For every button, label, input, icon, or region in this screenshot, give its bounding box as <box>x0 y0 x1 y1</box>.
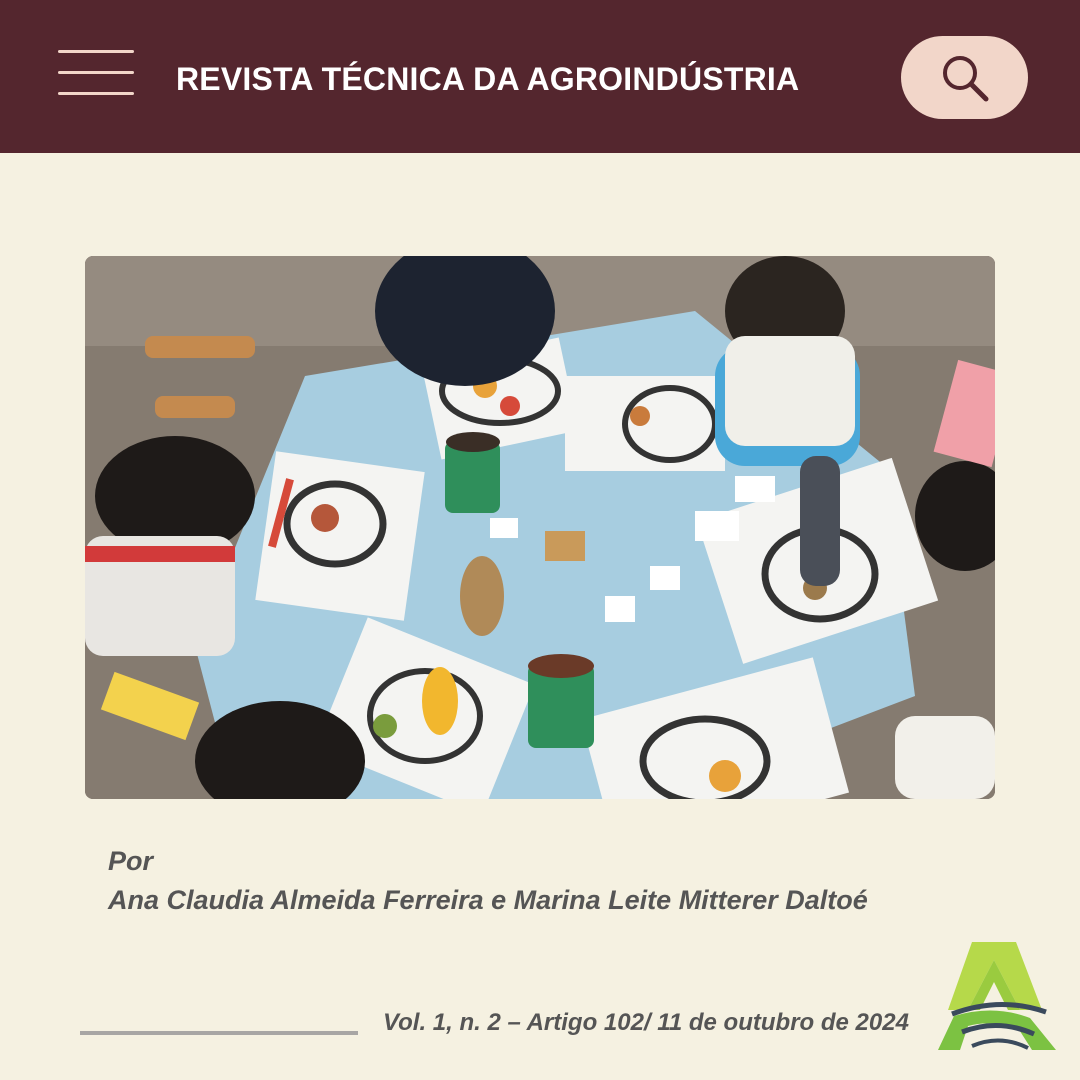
menu-button[interactable] <box>58 50 136 98</box>
article-photo <box>85 256 995 799</box>
plate-sheet-2 <box>565 376 725 471</box>
byline-label: Por <box>108 846 154 876</box>
site-title[interactable]: REVISTA TÉCNICA DA AGROINDÚSTRIA <box>176 56 799 102</box>
article-authors: Ana Claudia Almeida Ferreira e Marina Le… <box>108 885 868 915</box>
search-button[interactable] <box>901 36 1028 119</box>
top-bar: REVISTA TÉCNICA DA AGROINDÚSTRIA <box>0 0 1080 153</box>
footer-divider <box>80 1031 358 1035</box>
plate-sheet-3 <box>255 451 425 621</box>
issue-info: Vol. 1, n. 2 – Artigo 102/ 11 de outubro… <box>383 1009 909 1036</box>
children-at-table-photo <box>85 256 995 799</box>
search-icon <box>943 56 989 102</box>
journal-logo <box>938 942 1056 1050</box>
hamburger-menu-icon <box>58 50 134 53</box>
